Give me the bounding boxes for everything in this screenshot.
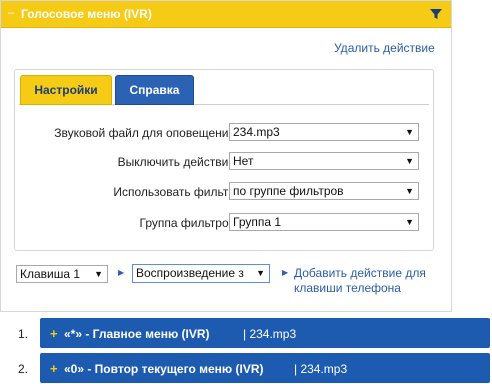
menu-item[interactable]: 2. + «0» - Повтор текущего меню (IVR) | … [0,353,492,383]
chevron-down-icon: ▼ [256,268,265,278]
settings-box: Настройки Справка Звуковой файл для опов… [14,69,434,251]
filter-group-select[interactable]: Группа 1 ▼ [229,213,419,231]
tab-bar: Настройки Справка [19,75,429,105]
menu-item-number: 1. [18,327,29,341]
arrow-right-icon: ▶ [118,268,125,277]
disable-action-label: Выключить действие [117,155,235,169]
expand-plus-icon[interactable]: + [50,326,58,341]
delete-action-link[interactable]: Удалить действие [334,41,435,55]
use-filter-row: Использовать фильтр по группе фильтров ▼ [15,182,435,202]
chevron-down-icon: ▼ [405,217,414,227]
menu-item-number: 2. [18,362,29,376]
action-row: Клавиша 1 ▼ ▶ Воспроизведение з ▼ ▶ Доба… [1,264,453,304]
use-filter-select[interactable]: по группе фильтров ▼ [229,182,419,200]
tab-settings[interactable]: Настройки [20,75,112,105]
sound-file-label: Звуковой файл для оповещения [54,126,235,140]
key-select-value: Клавиша 1 [20,267,81,281]
sound-file-select[interactable]: 234.mp3 ▼ [229,123,419,141]
collapse-icon[interactable]: – [8,7,14,19]
filter-group-row: Группа фильтров Группа 1 ▼ [15,213,435,233]
tab-help[interactable]: Справка [115,75,194,105]
ivr-panel: – Голосовое меню (IVR) Удалить действие … [0,0,452,312]
menu-item-file: | 234.mp3 [243,327,297,341]
menu-item-bar[interactable]: + «*» - Главное меню (IVR) | 234.mp3 [40,318,490,348]
menu-item-file: | 234.mp3 [294,362,348,376]
panel-header[interactable]: – Голосовое меню (IVR) [1,1,451,28]
disable-action-row: Выключить действие Нет ▼ [15,152,435,172]
menu-item-name: «0» - Повтор текущего меню (IVR) [64,362,264,376]
chevron-down-icon: ▼ [405,156,414,166]
action-type-select[interactable]: Воспроизведение з ▼ [132,264,270,283]
filter-group-label: Группа фильтров [139,216,235,230]
arrow-right-icon: ▶ [282,268,289,277]
menu-item-bar[interactable]: + «0» - Повтор текущего меню (IVR) | 234… [40,353,490,383]
action-type-value: Воспроизведение з [136,266,244,280]
sound-file-row: Звуковой файл для оповещения 234.mp3 ▼ [15,123,435,143]
filter-group-value: Группа 1 [233,215,282,229]
add-action-link[interactable]: Добавить действие для клавиши телефона [294,266,444,296]
panel-title: Голосовое меню (IVR) [21,7,152,21]
key-select[interactable]: Клавиша 1 ▼ [16,265,108,283]
filter-icon[interactable] [429,7,443,21]
menu-item[interactable]: 1. + «*» - Главное меню (IVR) | 234.mp3 [0,318,492,348]
disable-action-value: Нет [233,154,254,168]
expand-plus-icon[interactable]: + [50,361,58,376]
use-filter-value: по группе фильтров [233,184,344,198]
disable-action-select[interactable]: Нет ▼ [229,152,419,170]
chevron-down-icon: ▼ [405,127,414,137]
use-filter-label: Использовать фильтр [113,185,235,199]
chevron-down-icon: ▼ [405,186,414,196]
sound-file-value: 234.mp3 [233,125,280,139]
menu-item-name: «*» - Главное меню (IVR) [64,327,210,341]
chevron-down-icon: ▼ [94,269,103,279]
